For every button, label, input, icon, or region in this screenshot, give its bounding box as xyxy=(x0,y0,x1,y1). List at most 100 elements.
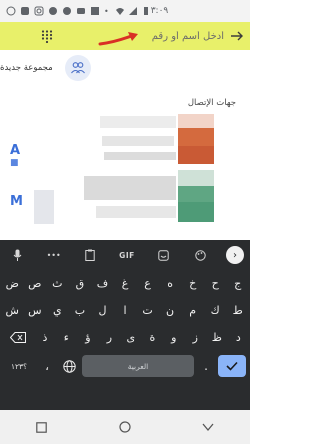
navigation-bar xyxy=(0,410,250,444)
key[interactable]: ح xyxy=(205,272,226,296)
language-key[interactable] xyxy=(60,355,78,377)
key[interactable]: و xyxy=(164,326,183,350)
comma-key[interactable]: ، xyxy=(38,355,56,377)
key[interactable]: ل xyxy=(92,299,113,323)
mic-icon[interactable] xyxy=(6,244,28,266)
more-dots-icon: • xyxy=(104,6,109,16)
group-icon xyxy=(70,62,85,74)
contact-color-blur xyxy=(178,170,214,186)
youtube-icon xyxy=(77,8,85,14)
key-row-3: د ظ ز و ة ى ر ؤ ء ذ xyxy=(0,324,250,351)
contact-color-blur xyxy=(178,128,214,146)
key[interactable]: ب xyxy=(70,299,91,323)
key[interactable]: س xyxy=(25,299,46,323)
recents-button[interactable] xyxy=(34,419,50,435)
key[interactable]: ف xyxy=(92,272,113,296)
square-icon xyxy=(36,421,47,433)
contact-index-letter-faint: ■ xyxy=(10,158,19,168)
key[interactable]: غ xyxy=(115,272,136,296)
new-group-row[interactable]: مجموعة جديدة xyxy=(0,50,250,86)
instagram-icon xyxy=(34,6,44,16)
screen: • ٣:٠٩ أدخل أسم أو رقم مجموعة جديدة جهات… xyxy=(0,0,250,444)
contact-blur xyxy=(96,206,176,218)
status-icons: • xyxy=(6,6,109,16)
contacts-section-label: جهات الإتصال xyxy=(187,98,236,108)
group-avatar xyxy=(64,55,91,81)
signal-icon xyxy=(128,7,137,15)
key[interactable]: ظ xyxy=(207,326,226,350)
enter-key[interactable] xyxy=(218,355,246,377)
palette-icon[interactable] xyxy=(189,244,211,266)
contact-color-blur xyxy=(178,146,214,164)
status-bar: • ٣:٠٩ xyxy=(0,0,250,22)
key[interactable]: ز xyxy=(186,326,205,350)
back-button[interactable] xyxy=(200,419,216,435)
period-key[interactable]: . xyxy=(198,355,214,377)
facebook-icon xyxy=(21,7,29,15)
chevron-down-icon xyxy=(202,423,214,432)
key[interactable]: ى xyxy=(121,326,140,350)
gif-button[interactable]: GIF xyxy=(116,244,138,266)
key[interactable]: ة xyxy=(143,326,162,350)
status-time: ٣:٠٩ xyxy=(150,6,169,16)
key[interactable]: ي xyxy=(47,299,68,323)
contact-color-blur xyxy=(178,186,214,202)
arrow-right-icon[interactable]: › xyxy=(225,246,244,264)
key[interactable]: ا xyxy=(115,299,136,323)
contact-blur[interactable] xyxy=(84,176,176,200)
key[interactable]: ت xyxy=(137,299,158,323)
key[interactable]: خ xyxy=(182,272,203,296)
key[interactable]: ض xyxy=(2,272,23,296)
key[interactable]: ع xyxy=(137,272,158,296)
more-dots-icon[interactable]: ••• xyxy=(43,244,65,266)
contact-blur xyxy=(100,116,176,128)
checkmark-icon xyxy=(226,361,238,371)
contact-color-blur xyxy=(178,114,214,128)
key[interactable]: ق xyxy=(70,272,91,296)
clipboard-icon[interactable] xyxy=(79,244,101,266)
contact-blur xyxy=(102,136,174,146)
contact-index-letter: A xyxy=(10,143,21,158)
contact-avatar-placeholder xyxy=(34,190,54,224)
contacts-list: A ■ M xyxy=(0,110,250,234)
home-button[interactable] xyxy=(117,419,133,435)
symbols-key[interactable]: ؟١٢٣ xyxy=(4,355,34,377)
key[interactable]: ء xyxy=(57,326,76,350)
key-row-2: ط ك م ن ت ا ل ب ي س ش xyxy=(0,297,250,324)
key[interactable]: ر xyxy=(100,326,119,350)
key[interactable]: ك xyxy=(205,299,226,323)
key[interactable]: ذ xyxy=(35,326,54,350)
backspace-icon xyxy=(9,332,26,343)
key[interactable]: ث xyxy=(47,272,68,296)
key[interactable]: م xyxy=(182,299,203,323)
back-arrow-icon[interactable] xyxy=(230,29,244,43)
space-key[interactable]: العربية xyxy=(82,355,194,377)
search-input[interactable] xyxy=(54,22,230,50)
facebook-icon xyxy=(49,7,57,15)
info-icon xyxy=(63,7,71,15)
key[interactable]: ش xyxy=(2,299,23,323)
contact-color-blur xyxy=(178,202,214,222)
image-icon xyxy=(91,7,99,15)
key[interactable]: ه xyxy=(160,272,181,296)
keyboard-toolbar: ••• GIF › xyxy=(0,240,250,270)
key-row-1: ج ح خ ه ع غ ف ق ث ص ض xyxy=(0,270,250,297)
key[interactable]: د xyxy=(229,326,248,350)
key-row-bottom: ؟١٢٣ ، العربية . xyxy=(0,351,250,381)
backspace-key[interactable] xyxy=(2,326,33,350)
key[interactable]: ج xyxy=(227,272,248,296)
new-group-label: مجموعة جديدة xyxy=(0,63,53,73)
sticker-icon[interactable] xyxy=(153,244,175,266)
contact-index-letter: M xyxy=(10,194,23,209)
globe-icon xyxy=(62,359,76,373)
key[interactable]: ط xyxy=(227,299,248,323)
key[interactable]: ن xyxy=(160,299,181,323)
key[interactable]: ؤ xyxy=(78,326,97,350)
keyboard: ••• GIF › ج ح خ ه ع غ ف ق ث ص ض ط ك م ن … xyxy=(0,240,250,410)
key[interactable]: ص xyxy=(25,272,46,296)
wifi-icon xyxy=(115,8,124,15)
battery-icon xyxy=(143,7,148,15)
dialpad-icon[interactable] xyxy=(40,29,54,43)
search-bar xyxy=(0,22,250,50)
whatsapp-icon xyxy=(6,6,16,16)
